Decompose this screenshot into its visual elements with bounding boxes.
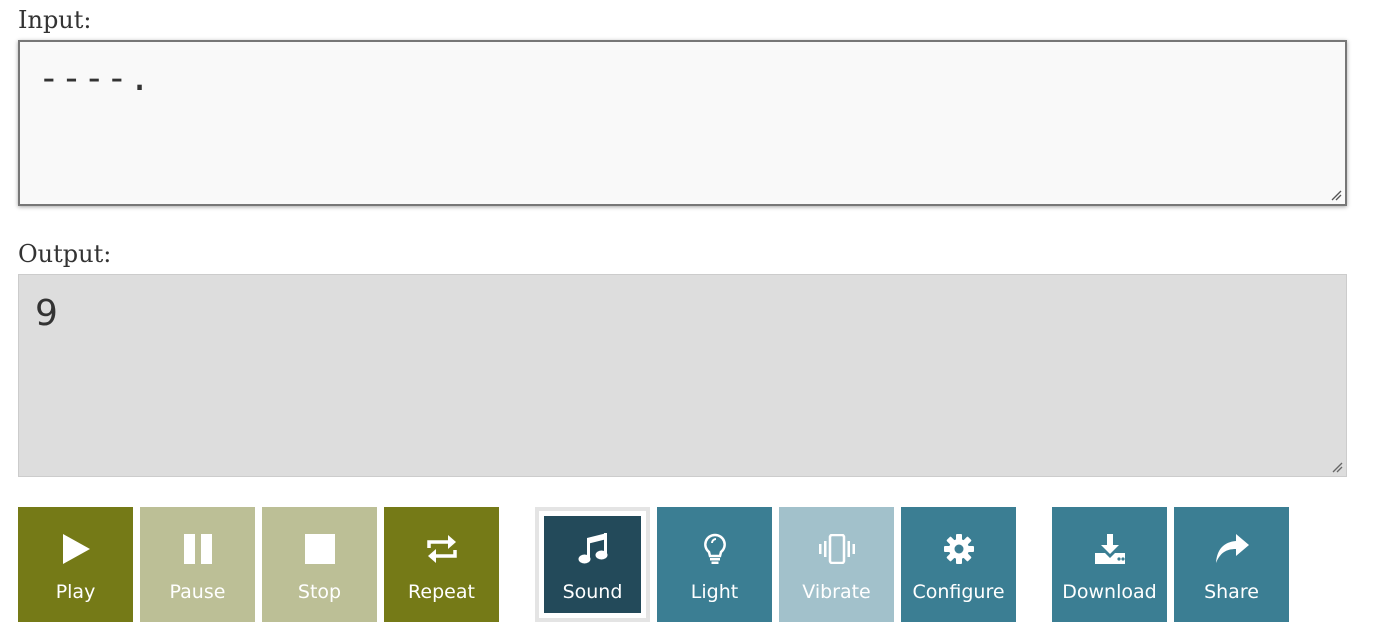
lightbulb-icon bbox=[697, 531, 733, 567]
configure-label: Configure bbox=[912, 581, 1005, 603]
light-button[interactable]: Light bbox=[657, 507, 772, 622]
repeat-icon bbox=[424, 531, 460, 567]
input-label: Input: bbox=[18, 6, 92, 34]
vibrate-label: Vibrate bbox=[802, 581, 871, 603]
share-label: Share bbox=[1204, 581, 1259, 603]
play-button[interactable]: Play bbox=[18, 507, 133, 622]
download-icon bbox=[1092, 531, 1128, 567]
share-icon bbox=[1214, 531, 1250, 567]
resize-grip-icon[interactable] bbox=[1330, 189, 1342, 201]
output-textarea[interactable]: 9 bbox=[18, 274, 1347, 477]
input-textarea[interactable]: ----. bbox=[18, 40, 1347, 206]
stop-button[interactable]: Stop bbox=[262, 507, 377, 622]
play-label: Play bbox=[55, 581, 96, 603]
stop-label: Stop bbox=[297, 581, 342, 603]
input-text: ----. bbox=[38, 58, 152, 99]
gear-icon bbox=[941, 531, 977, 567]
pause-icon bbox=[180, 531, 216, 567]
output-label: Output: bbox=[18, 240, 112, 268]
output-text: 9 bbox=[35, 293, 58, 334]
light-label: Light bbox=[690, 581, 739, 603]
repeat-label: Repeat bbox=[408, 581, 475, 603]
download-button[interactable]: Download bbox=[1052, 507, 1167, 622]
vibrate-button[interactable]: Vibrate bbox=[779, 507, 894, 622]
pause-button[interactable]: Pause bbox=[140, 507, 255, 622]
repeat-button[interactable]: Repeat bbox=[384, 507, 499, 622]
stop-icon bbox=[302, 531, 338, 567]
play-icon bbox=[58, 531, 94, 567]
share-button[interactable]: Share bbox=[1174, 507, 1289, 622]
sound-label: Sound bbox=[562, 581, 623, 603]
resize-grip-icon[interactable] bbox=[1331, 461, 1343, 473]
pause-label: Pause bbox=[169, 581, 226, 603]
vibrate-icon bbox=[818, 531, 855, 567]
configure-button[interactable]: Configure bbox=[901, 507, 1016, 622]
music-note-icon bbox=[575, 531, 611, 567]
sound-button[interactable]: Sound bbox=[535, 507, 650, 622]
download-label: Download bbox=[1062, 581, 1157, 603]
